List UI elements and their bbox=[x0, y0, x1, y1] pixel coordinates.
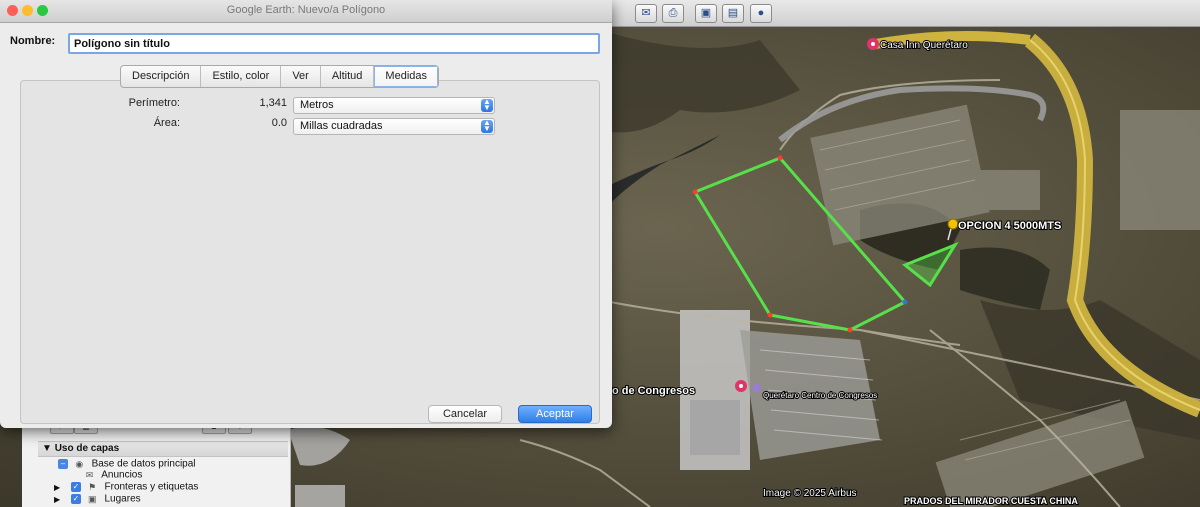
layer-item[interactable]: ▶ ✓ ▣ Lugares bbox=[54, 493, 141, 505]
flag-icon: ⚑ bbox=[88, 482, 97, 492]
new-polygon-dialog: Google Earth: Nuevo/a Polígono Nombre: D… bbox=[0, 0, 612, 428]
map-label-opcion: OPCION 4 5000MTS bbox=[958, 220, 1061, 232]
area-value: 0.0 bbox=[271, 117, 287, 129]
tab-estilo-color[interactable]: Estilo, color bbox=[201, 66, 282, 87]
window-titlebar[interactable]: Google Earth: Nuevo/a Polígono bbox=[0, 0, 612, 23]
perimeter-value: 1,341 bbox=[259, 97, 287, 109]
accept-button[interactable]: Aceptar bbox=[518, 405, 592, 423]
ads-icon: ✉ bbox=[85, 470, 94, 480]
tab-medidas[interactable]: Medidas bbox=[374, 66, 438, 87]
layer-label: Anuncios bbox=[101, 469, 143, 481]
layers-header[interactable]: ▼ Uso de capas bbox=[38, 441, 288, 457]
area-unit-select[interactable]: Millas cuadradas ▲ ▼ bbox=[293, 118, 495, 135]
map-label-hotel: Casa Inn Querétaro bbox=[880, 40, 968, 51]
tab-descripcion[interactable]: Descripción bbox=[121, 66, 202, 87]
tab-altitud[interactable]: Altitud bbox=[321, 66, 375, 87]
places-icon: ▣ bbox=[87, 494, 97, 504]
layer-checkbox[interactable]: ✓ bbox=[70, 482, 81, 492]
map-label-congresos-partial: tro de Congresos bbox=[604, 385, 695, 397]
map-label-congresos: Querétaro Centro de Congresos bbox=[763, 391, 877, 400]
name-label: Nombre: bbox=[10, 35, 56, 47]
layer-item[interactable]: ▶ ✓ ⚑ Fronteras y etiquetas bbox=[54, 481, 198, 493]
perimeter-unit-value: Metros bbox=[300, 99, 334, 111]
maps-icon[interactable]: ▤ bbox=[722, 4, 744, 23]
perimeter-label: Perímetro: bbox=[128, 97, 180, 109]
map-label-neighborhood: PRADOS DEL MIRADOR CUESTA CHINA bbox=[904, 496, 1078, 506]
hotel-pin-icon[interactable] bbox=[867, 38, 879, 50]
chevron-updown-icon: ▲ ▼ bbox=[481, 98, 493, 112]
perimeter-unit-select[interactable]: Metros ▲ ▼ bbox=[293, 97, 495, 114]
area-label: Área: bbox=[153, 117, 180, 129]
map-copyright: Image © 2025 Airbus bbox=[763, 488, 857, 499]
save-image-icon[interactable]: ▣ bbox=[695, 4, 717, 23]
disclosure-triangle-icon[interactable]: ▶ bbox=[54, 483, 60, 492]
disclosure-triangle-icon[interactable]: ▼ bbox=[42, 443, 52, 454]
globe-icon[interactable]: ● bbox=[750, 4, 772, 23]
print-icon[interactable]: ⎙ bbox=[662, 4, 684, 23]
layer-checkbox[interactable]: – bbox=[58, 459, 68, 469]
tab-bar: Descripción Estilo, color Ver Altitud Me… bbox=[120, 65, 439, 88]
area-unit-value: Millas cuadradas bbox=[300, 120, 383, 132]
email-icon[interactable]: ✉ bbox=[635, 4, 657, 23]
name-input[interactable] bbox=[68, 33, 600, 54]
layer-label: Base de datos principal bbox=[91, 458, 196, 470]
disclosure-triangle-icon[interactable]: ▶ bbox=[54, 495, 60, 504]
layer-label: Lugares bbox=[104, 493, 141, 505]
cancel-button[interactable]: Cancelar bbox=[428, 405, 502, 423]
layers-sidebar: ⌕ ▥ ▲ ▼ ▼ Uso de capas – ◉ Base de datos… bbox=[22, 418, 291, 507]
layers-header-label: Uso de capas bbox=[54, 443, 120, 454]
layer-label: Fronteras y etiquetas bbox=[104, 481, 199, 493]
tab-ver[interactable]: Ver bbox=[281, 66, 321, 87]
app-toolbar: ☼ ◐ ✉ ⎙ ▣ ▤ ● bbox=[525, 0, 1200, 27]
window-title: Google Earth: Nuevo/a Polígono bbox=[226, 4, 386, 16]
layer-checkbox[interactable]: ✓ bbox=[70, 494, 81, 504]
chevron-updown-icon: ▲ ▼ bbox=[481, 119, 493, 133]
layer-item[interactable]: ✉ Anuncios bbox=[84, 469, 143, 481]
